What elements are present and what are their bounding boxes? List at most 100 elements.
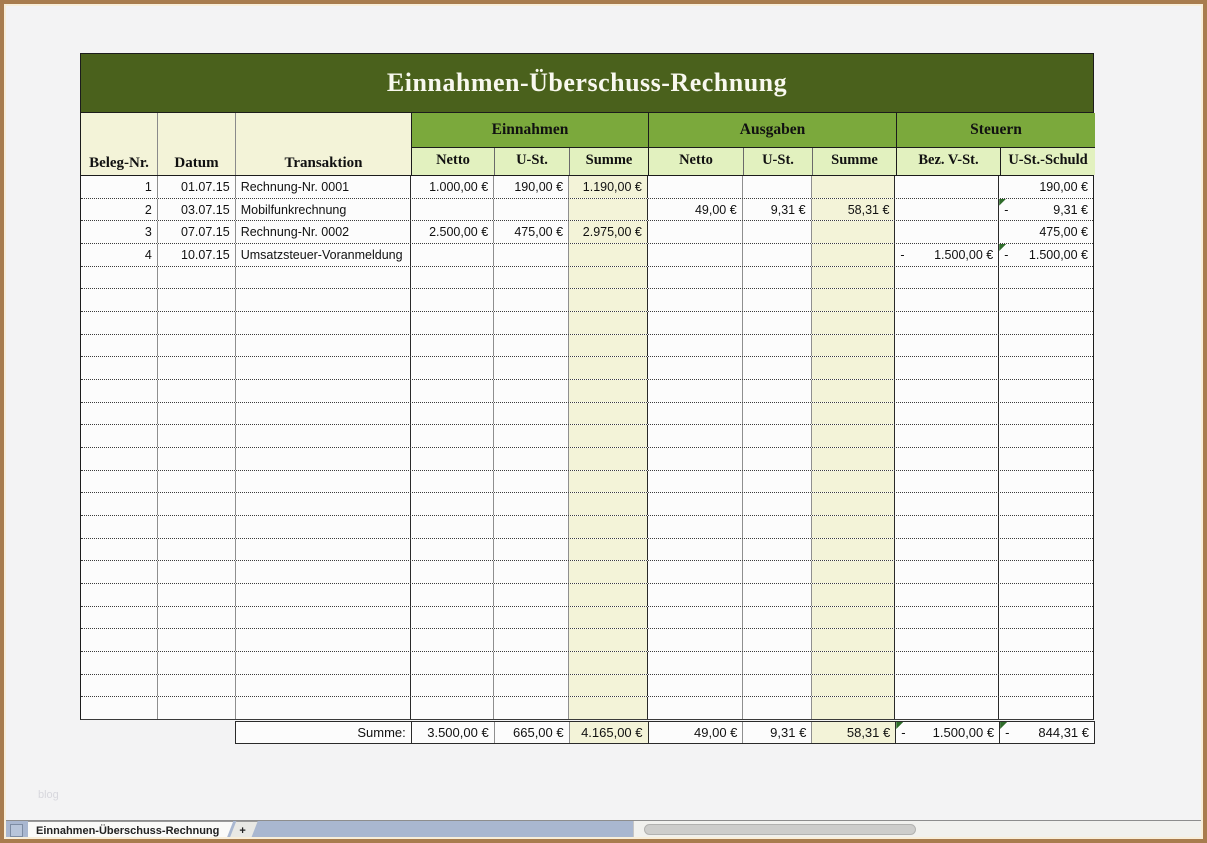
table-cell[interactable] [812,675,896,697]
table-cell[interactable] [494,312,569,334]
table-cell[interactable]: -1.500,00 € [896,722,1000,743]
table-cell[interactable] [743,652,812,674]
table-cell[interactable] [895,199,999,221]
table-cell[interactable] [812,584,896,606]
table-cell[interactable] [743,697,812,719]
table-cell[interactable] [999,697,1093,719]
table-cell[interactable] [81,561,158,583]
table-cell[interactable] [81,267,158,289]
table-cell[interactable] [743,493,812,515]
table-cell[interactable] [648,267,743,289]
table-cell[interactable] [158,403,236,425]
scrollbar-thumb[interactable] [644,824,916,835]
table-cell[interactable] [411,675,494,697]
table-cell[interactable] [494,629,569,651]
table-cell[interactable] [236,561,412,583]
table-cell[interactable] [743,561,812,583]
table-cell[interactable] [812,267,896,289]
table-cell[interactable]: 4.165,00 € [570,722,649,743]
table-cell[interactable]: 665,00 € [495,722,570,743]
table-cell[interactable] [895,312,999,334]
table-cell[interactable] [494,244,569,266]
table-cell[interactable] [569,403,648,425]
table-cell[interactable] [569,448,648,470]
table-cell[interactable] [743,244,812,266]
table-cell[interactable] [648,357,743,379]
table-cell[interactable] [236,267,412,289]
table-cell[interactable] [81,289,158,311]
col-header-ausgaben-ust[interactable]: U-St. [744,148,813,175]
table-cell[interactable] [569,335,648,357]
table-cell[interactable] [236,289,412,311]
table-cell[interactable] [648,675,743,697]
table-cell[interactable]: 58,31 € [812,722,896,743]
table-cell[interactable] [236,629,412,651]
table-cell[interactable] [236,448,412,470]
table-cell[interactable] [236,607,412,629]
table-cell[interactable] [236,584,412,606]
table-cell[interactable] [81,425,158,447]
table-cell[interactable] [569,675,648,697]
table-cell[interactable] [895,629,999,651]
table-cell[interactable]: 3.500,00 € [412,722,495,743]
table-cell[interactable] [411,244,494,266]
table-cell[interactable] [743,335,812,357]
table-cell[interactable] [81,312,158,334]
table-cell[interactable] [812,607,896,629]
table-cell[interactable] [411,584,494,606]
table-cell[interactable] [812,561,896,583]
table-cell[interactable] [494,697,569,719]
table-cell[interactable] [236,380,412,402]
table-cell[interactable]: 3 [81,221,158,243]
table-cell[interactable] [494,607,569,629]
table-cell[interactable] [158,312,236,334]
table-cell[interactable] [158,675,236,697]
table-cell[interactable] [569,199,648,221]
table-cell[interactable] [411,539,494,561]
table-cell[interactable] [812,448,896,470]
table-cell[interactable]: 2.500,00 € [411,221,494,243]
table-cell[interactable] [411,629,494,651]
table-cell[interactable]: -844,31 € [1000,722,1094,743]
table-cell[interactable] [648,244,743,266]
table-cell[interactable] [494,516,569,538]
table-cell[interactable] [648,629,743,651]
table-cell[interactable] [411,561,494,583]
table-cell[interactable] [494,652,569,674]
table-cell[interactable] [411,267,494,289]
table-cell[interactable] [158,493,236,515]
table-cell[interactable] [411,312,494,334]
table-cell[interactable] [411,493,494,515]
table-cell[interactable] [895,607,999,629]
table-cell[interactable] [648,335,743,357]
table-cell[interactable] [81,335,158,357]
table-cell[interactable]: 10.07.15 [158,244,236,266]
table-cell[interactable] [569,244,648,266]
table-cell[interactable] [743,380,812,402]
table-cell[interactable] [812,697,896,719]
table-cell[interactable] [158,516,236,538]
table-cell[interactable] [494,584,569,606]
table-cell[interactable]: 1 [81,176,158,198]
table-cell[interactable]: Mobilfunkrechnung [236,199,412,221]
table-cell[interactable] [494,380,569,402]
table-cell[interactable] [411,697,494,719]
table-cell[interactable] [812,629,896,651]
group-header-ausgaben[interactable]: Ausgaben [649,113,897,148]
table-cell[interactable] [999,448,1093,470]
table-cell[interactable]: 475,00 € [494,221,569,243]
table-cell[interactable] [411,448,494,470]
table-cell[interactable] [158,357,236,379]
table-cell[interactable] [81,652,158,674]
table-cell[interactable] [569,697,648,719]
table-cell[interactable] [569,380,648,402]
table-cell[interactable] [895,539,999,561]
table-cell[interactable] [999,403,1093,425]
table-cell[interactable] [236,697,412,719]
table-cell[interactable] [648,380,743,402]
col-header-transaktion[interactable]: Transaktion [236,113,412,175]
table-cell[interactable] [494,199,569,221]
table-cell[interactable] [999,629,1093,651]
table-cell[interactable] [895,221,999,243]
table-cell[interactable] [494,425,569,447]
